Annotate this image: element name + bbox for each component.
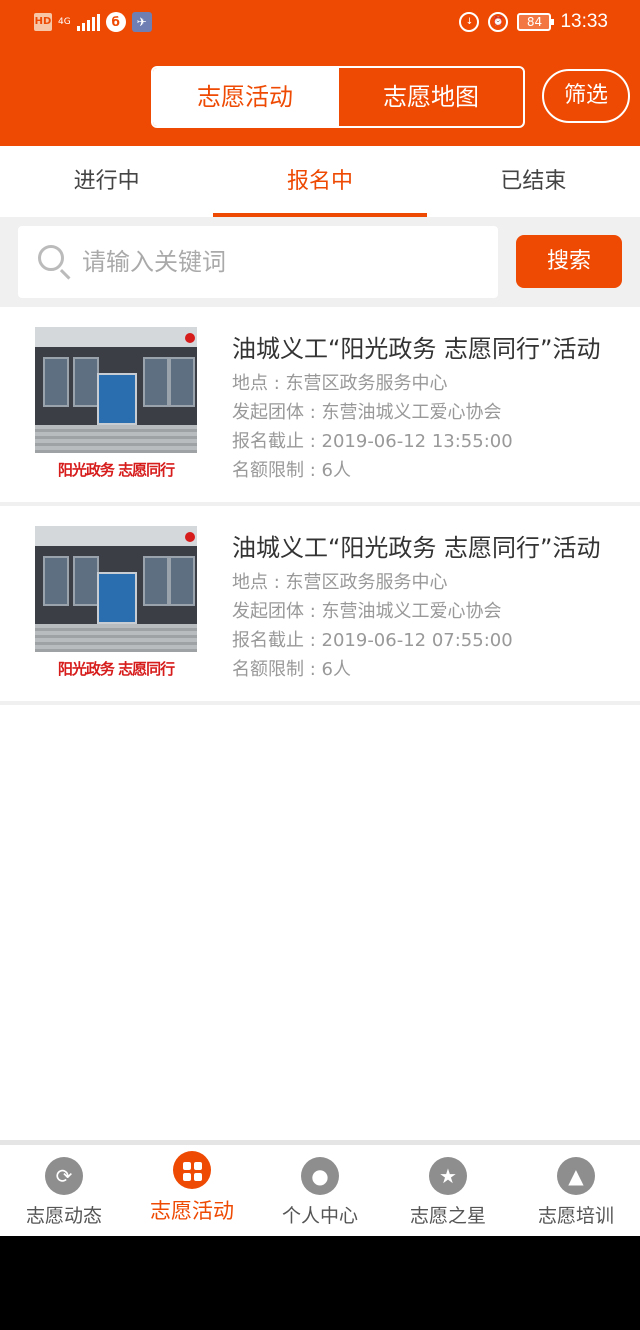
status-tabs: 进行中 报名中 已结束: [0, 146, 640, 217]
tab-registering[interactable]: 报名中: [213, 146, 427, 217]
activity-deadline: 报名截止 : 2019-06-12 13:55:00: [232, 431, 513, 452]
tab-ended[interactable]: 已结束: [427, 146, 640, 217]
weibo-icon: б: [105, 12, 126, 32]
nav-label: 志愿培训: [537, 1205, 614, 1227]
search-input[interactable]: [82, 226, 482, 298]
nav-volunteer-star[interactable]: ★ 志愿之星: [384, 1145, 512, 1236]
bottom-nav: ⟳ 志愿动态 志愿活动 ● 个人中心 ★ 志愿之星 ▲ 志愿培训: [0, 1140, 640, 1236]
nav-volunteer-training[interactable]: ▲ 志愿培训: [512, 1145, 640, 1236]
tab-ongoing[interactable]: 进行中: [0, 146, 213, 217]
star-icon: ★: [429, 1157, 467, 1195]
alarm-icon: ⏰: [488, 12, 509, 32]
signal-icon: [76, 13, 100, 31]
network-type: 4G: [58, 16, 71, 27]
app-screen: HD 4G б ✈ ↓ ⏰ 84 13:33 志愿活动 志愿地图 筛选 进行中 …: [0, 0, 640, 1236]
header-bar: HD 4G б ✈ ↓ ⏰ 84 13:33 志愿活动 志愿地图 筛选: [0, 0, 640, 146]
nav-volunteer-activities[interactable]: 志愿活动: [128, 1145, 256, 1236]
nav-label: 志愿活动: [150, 1199, 234, 1223]
activity-organizer: 发起团体 : 东营油城义工爱心协会: [232, 402, 502, 423]
app-notify-icon: ✈: [131, 12, 152, 32]
segment-map[interactable]: 志愿地图: [337, 68, 523, 126]
search-bar: 搜索: [0, 217, 640, 307]
battery-icon: 84: [517, 13, 555, 31]
activity-title: 油城义工“阳光政务 志愿同行”活动: [232, 534, 601, 562]
person-icon: ●: [301, 1157, 339, 1195]
nav-label: 个人中心: [281, 1205, 358, 1227]
search-icon: [38, 245, 64, 271]
search-button[interactable]: 搜索: [516, 235, 622, 288]
activity-quota: 名额限制 : 6人: [232, 460, 351, 481]
nav-label: 志愿之星: [409, 1205, 486, 1227]
activity-title: 油城义工“阳光政务 志愿同行”活动: [232, 335, 601, 363]
grid-icon: [173, 1151, 211, 1189]
activity-thumbnail: 阳光政务 志愿同行: [35, 526, 197, 686]
nav-label: 志愿动态: [25, 1205, 102, 1227]
activity-location: 地点 : 东营区政务服务中心: [232, 373, 448, 394]
activity-location: 地点 : 东营区政务服务中心: [232, 572, 448, 593]
nav-volunteer-news[interactable]: ⟳ 志愿动态: [0, 1145, 128, 1236]
status-bar: HD 4G б ✈ ↓ ⏰ 84 13:33: [0, 0, 640, 48]
nav-personal-center[interactable]: ● 个人中心: [256, 1145, 384, 1236]
thumbnail-banner-text: 阳光政务 志愿同行: [35, 453, 197, 487]
activity-deadline: 报名截止 : 2019-06-12 07:55:00: [232, 630, 513, 651]
filter-button[interactable]: 筛选: [542, 69, 630, 123]
hd-icon: HD: [34, 13, 52, 31]
segment-activities[interactable]: 志愿活动: [153, 68, 337, 126]
data-saver-icon: ↓: [459, 12, 480, 32]
activity-card[interactable]: 阳光政务 志愿同行 油城义工“阳光政务 志愿同行”活动 地点 : 东营区政务服务…: [0, 506, 640, 705]
search-box: [18, 226, 498, 298]
activity-card[interactable]: 阳光政务 志愿同行 油城义工“阳光政务 志愿同行”活动 地点 : 东营区政务服务…: [0, 307, 640, 506]
activity-quota: 名额限制 : 6人: [232, 659, 351, 680]
activity-list: 阳光政务 志愿同行 油城义工“阳光政务 志愿同行”活动 地点 : 东营区政务服务…: [0, 307, 640, 705]
activity-organizer: 发起团体 : 东营油城义工爱心协会: [232, 601, 502, 622]
activity-thumbnail: 阳光政务 志愿同行: [35, 327, 197, 487]
graduation-cap-icon: ▲: [557, 1157, 595, 1195]
refresh-icon: ⟳: [45, 1157, 83, 1195]
status-time: 13:33: [560, 11, 608, 32]
thumbnail-banner-text: 阳光政务 志愿同行: [35, 652, 197, 686]
view-switcher: 志愿活动 志愿地图: [151, 66, 525, 128]
